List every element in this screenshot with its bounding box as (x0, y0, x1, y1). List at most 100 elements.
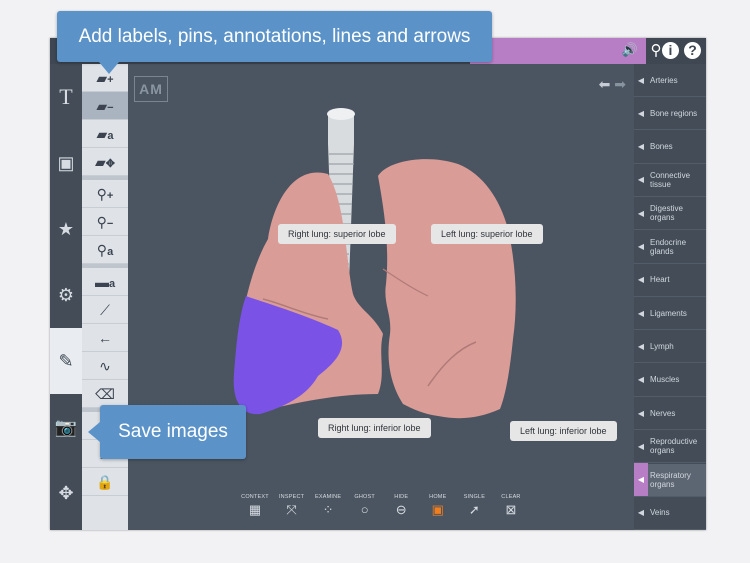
category-label: Veins (650, 508, 670, 518)
lungs-model[interactable] (128, 64, 634, 530)
edit-pin-icon-badge: a (107, 246, 114, 258)
add-pin-icon[interactable]: ⚲+ (82, 180, 128, 208)
callout-annotations: Add labels, pins, annotations, lines and… (57, 11, 492, 74)
category-bones[interactable]: ◀ Bones (634, 131, 706, 164)
expand-arrow-icon: ◀ (637, 242, 645, 251)
examine-label: EXAMINE (315, 494, 342, 500)
category-respiratory-organs[interactable]: ◀ Respiratory organs (634, 463, 706, 497)
category-ligaments[interactable]: ◀ Ligaments (634, 297, 706, 331)
category-label: Muscles (650, 375, 680, 385)
home-button[interactable]: HOME ▣ (421, 494, 455, 526)
category-endocrine-glands[interactable]: ◀ Endocrine glands (634, 231, 706, 264)
edit-pin-icon-glyph: ⚲ (96, 242, 108, 258)
expand-arrow-icon: ◀ (637, 408, 645, 418)
freehand-icon-glyph: ∿ (99, 358, 111, 374)
text-icon[interactable]: T (50, 64, 82, 130)
left-toolbar: T ▣ ★ ⚙ ✎ 📷 ✥ (50, 64, 82, 530)
category-nerves[interactable]: ◀ Nerves (634, 397, 706, 430)
home-icon: ▣ (431, 502, 444, 517)
bottom-toolbar: CONTEXT ▦ INSPECT ⤧ EXAMINE ⁘ GHOST ○ HIDE ⊖ HOME ▣… (238, 494, 528, 526)
pen-tools-icon[interactable]: ✎ (50, 328, 82, 394)
edit-pin-icon[interactable]: ⚲a (82, 236, 128, 264)
move-label-icon-badge: ✥ (105, 158, 115, 170)
category-label: Bone regions (650, 108, 698, 118)
ghost-icon: ○ (360, 502, 369, 517)
expand-arrow-icon: ◀ (637, 508, 645, 518)
expand-arrow-icon: ◀ (637, 275, 645, 285)
eraser-icon[interactable]: ⌫ (82, 380, 128, 408)
inspect-label: INSPECT (278, 494, 305, 500)
remove-label-icon[interactable]: ▰− (82, 92, 128, 120)
gear-icon[interactable]: ⚙ (50, 262, 82, 328)
edit-label-icon[interactable]: ▰a (82, 120, 128, 148)
category-label: Ligaments (650, 308, 687, 318)
category-list: ◀ Arteries ◀ Bone regions ◀ Bones ◀ Connective … (634, 64, 706, 530)
hide-button[interactable]: HIDE ⊖ (384, 494, 418, 526)
category-connective-tissue[interactable]: ◀ Connective tissue (634, 164, 706, 197)
category-label: Bones (650, 142, 673, 152)
label-right-inferior[interactable]: Right lung: inferior lobe (318, 418, 431, 438)
label-left-superior[interactable]: Left lung: superior lobe (431, 224, 543, 244)
help-icon[interactable]: ? (684, 42, 701, 59)
line-icon-glyph: ⟋ (100, 302, 110, 318)
camera-icon[interactable]: 📷 (50, 394, 82, 460)
category-digestive-organs[interactable]: ◀ Digestive organs (634, 197, 706, 231)
star-icon[interactable]: ★ (50, 196, 82, 262)
expand-arrow-icon: ◀ (637, 75, 645, 85)
category-label: Nerves (650, 408, 676, 418)
examine-button[interactable]: EXAMINE ⁘ (311, 494, 345, 526)
category-bone-regions[interactable]: ◀ Bone regions (634, 97, 706, 131)
3d-viewport[interactable]: AM ⬅ ➡ Right lung: superior lobe Left lu… (128, 64, 634, 530)
annotation-icon[interactable]: ▬a (82, 268, 128, 296)
info-icon[interactable]: i (662, 42, 679, 59)
lock-icon-glyph: 🔒 (96, 474, 114, 490)
ghost-button[interactable]: GHOST ○ (348, 494, 382, 526)
inspect-icon: ⤧ (286, 502, 297, 517)
clear-label: CLEAR (501, 494, 521, 500)
move-label-icon[interactable]: ▰✥ (82, 148, 128, 176)
annotation-icon-badge: a (108, 278, 116, 290)
context-icon: ▦ (248, 502, 262, 517)
hide-icon: ⊖ (395, 502, 407, 517)
category-arteries[interactable]: ◀ Arteries (634, 64, 706, 97)
expand-arrow-icon: ◀ (637, 208, 645, 218)
expand-arrow-icon: ◀ (637, 108, 645, 118)
remove-pin-icon-badge: − (106, 218, 114, 230)
lock-icon[interactable]: 🔒 (82, 468, 128, 496)
clear-button[interactable]: CLEAR ⊠ (494, 494, 528, 526)
category-label: Digestive organs (650, 204, 683, 223)
expand-arrow-icon: ◀ (637, 175, 645, 185)
category-label: Endocrine glands (650, 237, 687, 256)
callout-save-images: Save images (88, 405, 246, 459)
ghost-label: GHOST (354, 494, 375, 500)
left-lung[interactable] (378, 159, 516, 419)
context-label: CONTEXT (241, 494, 269, 500)
context-button[interactable]: CONTEXT ▦ (238, 494, 272, 526)
category-veins[interactable]: ◀ Veins (634, 497, 706, 530)
expand-arrow-icon: ◀ (637, 142, 645, 152)
expand-arrow-icon: ◀ (637, 308, 645, 318)
arrow-icon[interactable]: ← (82, 324, 128, 352)
move-icon[interactable]: ✥ (50, 460, 82, 526)
examine-icon: ⁘ (322, 502, 334, 517)
category-heart[interactable]: ◀ Heart (634, 264, 706, 297)
inspect-button[interactable]: INSPECT ⤧ (275, 494, 309, 526)
label-right-superior[interactable]: Right lung: superior lobe (278, 224, 396, 244)
arrow-icon-glyph: ← (98, 330, 112, 346)
freehand-icon[interactable]: ∿ (82, 352, 128, 380)
speaker-icon[interactable]: 🔊 (622, 42, 638, 58)
category-label: Arteries (650, 75, 678, 85)
single-button[interactable]: SINGLE ➚ (457, 494, 491, 526)
category-muscles[interactable]: ◀ Muscles (634, 364, 706, 397)
expand-arrow-icon: ◀ (634, 463, 648, 497)
category-reproductive-organs[interactable]: ◀ Reproductive organs (634, 430, 706, 464)
label-left-inferior[interactable]: Left lung: inferior lobe (510, 421, 617, 441)
hide-label: HIDE (394, 494, 409, 500)
single-icon: ➚ (468, 502, 480, 517)
frame-icon[interactable]: ▣ (50, 130, 82, 196)
remove-pin-icon[interactable]: ⚲− (82, 208, 128, 236)
line-icon[interactable]: ⟋ (82, 296, 128, 324)
add-pin-icon-badge: + (106, 190, 114, 202)
category-label: Lymph (650, 341, 674, 351)
category-lymph[interactable]: ◀ Lymph (634, 330, 706, 364)
